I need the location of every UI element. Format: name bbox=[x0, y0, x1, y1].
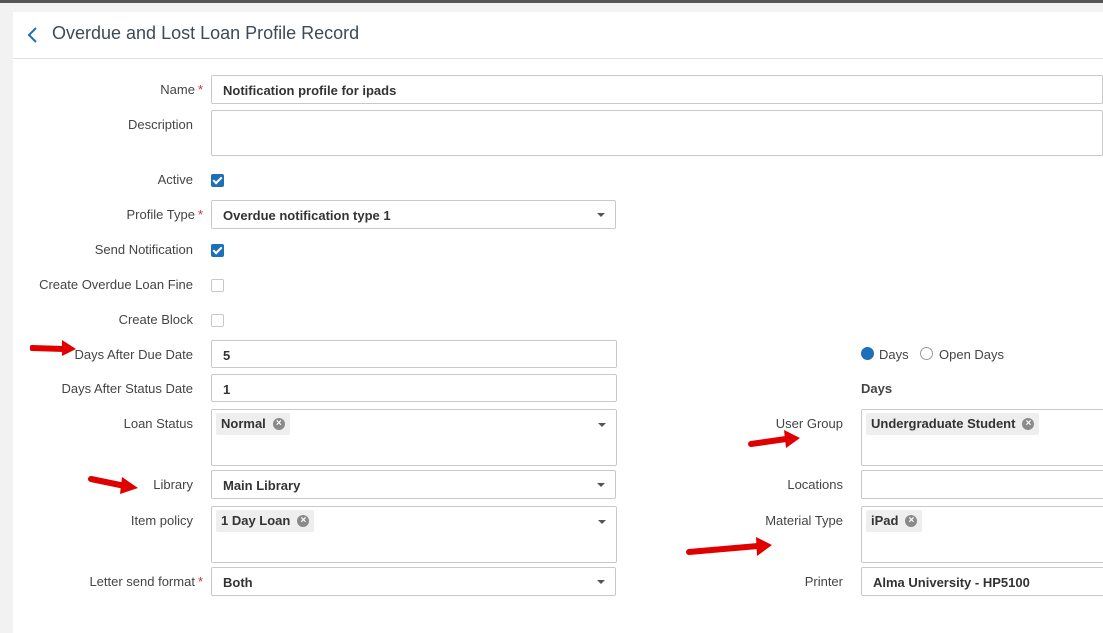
open-days-radio-label: Open Days bbox=[939, 347, 1005, 362]
printer-label: Printer bbox=[804, 574, 843, 589]
chevron-left-icon[interactable] bbox=[23, 24, 43, 46]
chip-undergraduate-student: Undergraduate Student × bbox=[866, 413, 1040, 435]
remove-chip-icon[interactable]: × bbox=[1022, 418, 1035, 430]
active-label: Active bbox=[157, 172, 193, 187]
library-label: Library bbox=[153, 477, 193, 492]
create-overdue-loan-fine-checkbox[interactable] bbox=[211, 279, 224, 292]
material-type-multiselect[interactable]: iPad × bbox=[861, 506, 1103, 563]
annotation-arrow-icon bbox=[30, 340, 76, 356]
chip-normal: Normal × bbox=[216, 413, 290, 435]
item-policy-multiselect[interactable]: 1 Day Loan × bbox=[211, 506, 617, 563]
days-after-due-date-label: Days After Due Date bbox=[74, 347, 194, 362]
loan-status-multiselect[interactable]: Normal × bbox=[211, 409, 617, 466]
days-after-due-date-input[interactable]: 5 bbox=[211, 340, 617, 368]
letter-send-format-select[interactable]: Both bbox=[211, 567, 616, 596]
days-after-status-date-label: Days After Status Date bbox=[61, 381, 193, 396]
library-select[interactable]: Main Library bbox=[211, 470, 616, 499]
chip-ipad: iPad × bbox=[866, 510, 923, 532]
page-header: Overdue and Lost Loan Profile Record bbox=[13, 12, 1103, 59]
remove-chip-icon[interactable]: × bbox=[905, 515, 918, 527]
loan-status-label: Loan Status bbox=[123, 416, 193, 431]
form-panel: Name * Notification profile for ipads Des… bbox=[13, 59, 1103, 633]
open-days-radio[interactable] bbox=[920, 347, 933, 360]
chevron-down-icon bbox=[597, 213, 605, 217]
chevron-down-icon bbox=[597, 483, 605, 487]
description-textarea[interactable] bbox=[211, 110, 1103, 156]
create-block-label: Create Block bbox=[118, 312, 193, 327]
letter-send-format-label: Letter send format * bbox=[89, 574, 203, 589]
printer-select[interactable]: Alma University - HP5100 bbox=[861, 567, 1103, 596]
active-checkbox[interactable] bbox=[211, 174, 224, 187]
annotation-arrow-icon bbox=[748, 430, 800, 448]
description-label: Description bbox=[127, 117, 193, 132]
days-caption: Days bbox=[861, 381, 893, 396]
annotation-arrow-icon bbox=[686, 537, 772, 556]
profile-type-label: Profile Type * bbox=[126, 207, 203, 222]
name-label: Name * bbox=[160, 82, 203, 97]
user-group-multiselect[interactable]: Undergraduate Student × bbox=[861, 409, 1103, 466]
locations-select[interactable] bbox=[861, 470, 1103, 499]
annotation-arrow-icon bbox=[88, 476, 138, 494]
send-notification-label: Send Notification bbox=[94, 242, 193, 257]
chevron-down-icon bbox=[598, 520, 606, 524]
locations-label: Locations bbox=[787, 477, 843, 492]
send-notification-checkbox[interactable] bbox=[211, 244, 224, 257]
days-radio-label: Days bbox=[879, 347, 909, 362]
create-overdue-loan-fine-label: Create Overdue Loan Fine bbox=[39, 277, 193, 292]
remove-chip-icon[interactable]: × bbox=[297, 515, 310, 527]
chevron-down-icon bbox=[597, 580, 605, 584]
create-block-checkbox[interactable] bbox=[211, 314, 224, 327]
days-after-status-date-input[interactable]: 1 bbox=[211, 374, 617, 402]
item-policy-label: Item policy bbox=[130, 513, 193, 528]
name-input[interactable]: Notification profile for ipads bbox=[211, 75, 1103, 104]
remove-chip-icon[interactable]: × bbox=[272, 418, 285, 430]
top-bar bbox=[0, 0, 1103, 3]
chip-1-day-loan: 1 Day Loan × bbox=[216, 510, 315, 532]
profile-type-select[interactable]: Overdue notification type 1 bbox=[211, 200, 616, 229]
days-radio[interactable] bbox=[861, 347, 874, 360]
chevron-down-icon bbox=[598, 423, 606, 427]
material-type-label: Material Type bbox=[765, 513, 843, 528]
page-title: Overdue and Lost Loan Profile Record bbox=[52, 23, 360, 43]
